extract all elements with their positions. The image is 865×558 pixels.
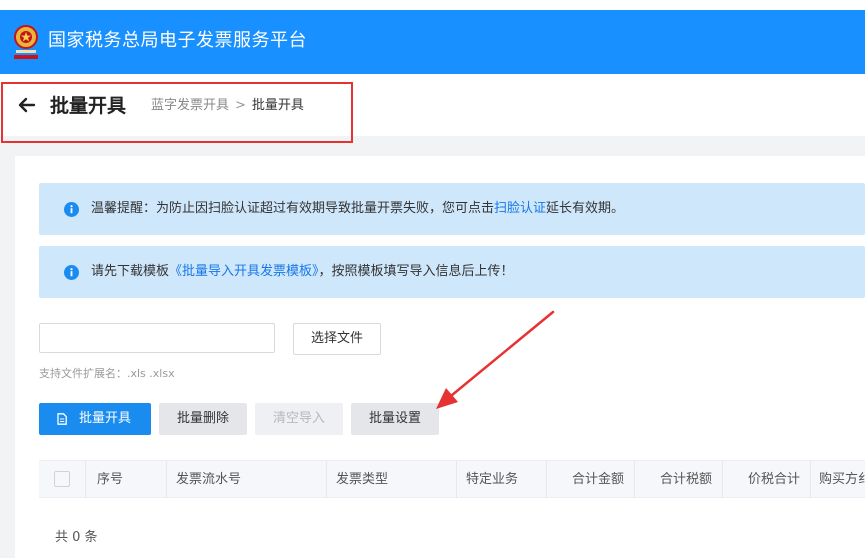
document-icon xyxy=(57,413,67,425)
batch-delete-button[interactable]: 批量删除 xyxy=(159,403,247,435)
file-path-input[interactable] xyxy=(39,323,275,353)
column-header-buyer: 购买方纟 xyxy=(810,461,865,498)
annotation-arrow xyxy=(436,310,555,409)
info-icon xyxy=(64,265,79,280)
template-download-link[interactable]: 《批量导入开具发票模板》 xyxy=(169,264,319,279)
file-extension-hint: 支持文件扩展名：.xls .xlsx xyxy=(39,367,175,380)
alert-face-auth: 温馨提醒：为防止因扫脸认证超过有效期导致批量开票失败，您可点击扫脸认证延长有效期… xyxy=(39,183,865,235)
alert-text: 温馨提醒：为防止因扫脸认证超过有效期导致批量开票失败，您可点击扫脸认证延长有效期… xyxy=(91,201,625,216)
top-strip xyxy=(0,0,865,10)
table-header: 序号 发票流水号 发票类型 特定业务 合计金额 合计税额 价税合计 购买方纟 xyxy=(39,460,865,498)
batch-issue-label: 批量开具 xyxy=(79,411,132,426)
app-header: 国家税务总局电子发票服务平台 xyxy=(0,10,865,74)
batch-issue-button[interactable]: 批量开具 xyxy=(39,403,151,435)
column-header-price-tax-total: 价税合计 xyxy=(722,461,810,498)
tax-emblem-icon xyxy=(14,25,38,59)
choose-file-button[interactable]: 选择文件 xyxy=(293,323,381,355)
column-header-total-tax: 合计税额 xyxy=(634,461,722,498)
column-header-index: 序号 xyxy=(85,461,166,498)
alert-template: 请先下载模板《批量导入开具发票模板》，按照模板填写导入信息后上传！ xyxy=(39,246,865,298)
column-header-total-amount: 合计金额 xyxy=(546,461,634,498)
column-header-invoice-type: 发票类型 xyxy=(326,461,456,498)
info-icon xyxy=(64,202,79,217)
face-auth-link[interactable]: 扫脸认证 xyxy=(494,201,546,216)
highlight-box xyxy=(1,82,353,143)
clear-import-button[interactable]: 清空导入 xyxy=(255,403,343,435)
column-header-special-business: 特定业务 xyxy=(456,461,546,498)
app-title: 国家税务总局电子发票服务平台 xyxy=(48,30,307,51)
select-all-checkbox[interactable] xyxy=(54,471,70,487)
total-count: 共 0 条 xyxy=(55,530,98,545)
column-header-serial-number: 发票流水号 xyxy=(166,461,326,498)
alert-text: 请先下载模板《批量导入开具发票模板》，按照模板填写导入信息后上传！ xyxy=(91,264,514,279)
